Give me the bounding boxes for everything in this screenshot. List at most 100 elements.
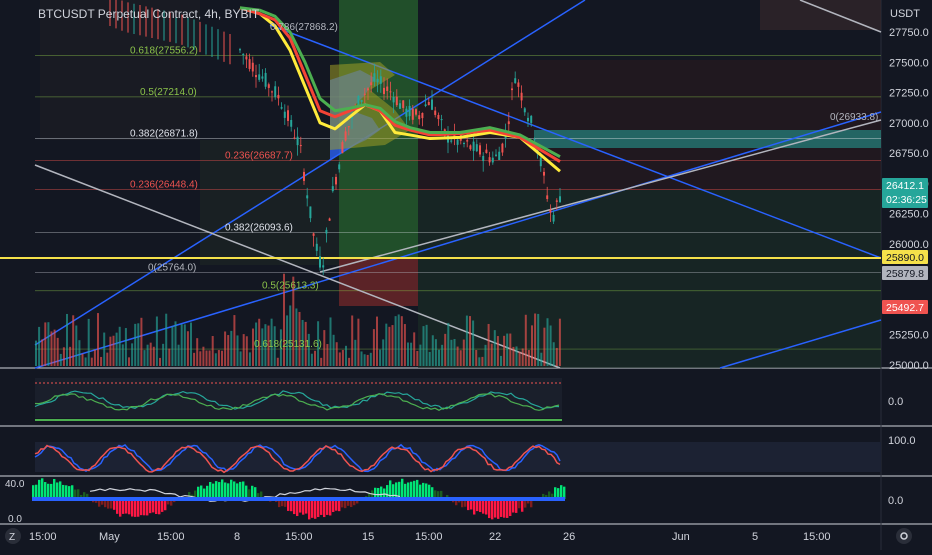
fib-label: 0.786(27868.2) — [270, 22, 338, 33]
chart-title[interactable]: BTCUSDT Perpetual Contract, 4h, BYBIT — [38, 7, 260, 21]
volume-bar — [295, 308, 297, 366]
time-label: 15 — [362, 531, 374, 543]
volume-bar — [212, 336, 214, 366]
chart-svg[interactable]: 0.618(27556.2)0.5(27214.0)0.382(26871.8)… — [0, 0, 932, 550]
red-zone — [339, 258, 418, 306]
fib-label: 0.5(27214.0) — [140, 87, 197, 98]
candle-body — [361, 100, 363, 102]
volume-bar — [503, 336, 505, 366]
volume-bar — [196, 338, 198, 366]
volume-bar — [140, 318, 142, 366]
volume-bar — [227, 335, 229, 366]
volume-bar — [491, 344, 493, 366]
volume-bar — [69, 347, 71, 366]
volume-bar — [106, 353, 108, 366]
candle-body — [521, 93, 523, 101]
candle-body — [335, 177, 337, 184]
volume-bar — [209, 350, 211, 366]
osc3-bar — [296, 499, 298, 516]
candle-body — [281, 107, 283, 108]
gear-icon[interactable] — [896, 528, 912, 544]
osc3-bar — [128, 499, 130, 514]
volume-bar — [348, 358, 350, 366]
volume-bar — [447, 323, 449, 366]
time-label: Jun — [672, 531, 690, 543]
volume-bar — [178, 345, 180, 366]
volume-bar — [237, 335, 239, 366]
volume-bar — [311, 354, 313, 366]
candle-body — [450, 140, 452, 141]
candle-body — [412, 109, 414, 120]
fib-label: 0.236(26448.4) — [130, 180, 198, 191]
candle-body — [434, 111, 436, 115]
volume-bar — [47, 322, 49, 366]
osc3-bar — [311, 499, 313, 518]
price-badge-text: 25890.0 — [886, 252, 924, 264]
candle-body — [332, 186, 334, 191]
time-label: 22 — [489, 531, 501, 543]
osc3-bar — [497, 499, 499, 519]
volume-bar — [85, 357, 87, 366]
osc3-bar — [392, 484, 394, 499]
volume-bar — [509, 334, 511, 366]
volume-bar — [88, 319, 90, 366]
volume-bar — [333, 335, 335, 366]
volume-bar — [171, 326, 173, 366]
volume-bar — [351, 315, 353, 366]
candle-body — [466, 140, 468, 141]
z-icon-label: Z — [9, 532, 15, 543]
candle-body — [492, 158, 494, 163]
osc3-bar — [491, 499, 493, 519]
osc3-bar — [221, 479, 223, 499]
candle-body — [473, 142, 475, 151]
osc3-bar — [47, 484, 49, 499]
osc3-bar — [119, 499, 121, 517]
osc3-bar — [407, 482, 409, 499]
candle-body — [277, 95, 279, 98]
osc3-bar — [428, 485, 430, 499]
time-label: 15:00 — [285, 531, 313, 543]
candle-body — [482, 156, 484, 161]
osc3-bar — [218, 482, 220, 499]
volume-bar — [407, 343, 409, 366]
candle-body — [476, 144, 478, 151]
volume-bar — [361, 351, 363, 366]
volume-bar — [395, 316, 397, 366]
candle-body — [261, 76, 263, 78]
price-badge-countdown: 02:36:25 — [886, 194, 927, 206]
volume-bar — [199, 351, 201, 366]
volume-bar — [373, 329, 375, 366]
candle-body — [553, 215, 555, 222]
osc3-bar — [302, 499, 304, 515]
volume-bar — [466, 316, 468, 366]
volume-bar — [66, 314, 68, 366]
candle-body — [338, 164, 340, 169]
volume-bar — [230, 331, 232, 366]
osc3-bar — [35, 485, 37, 499]
osc3-bar — [503, 499, 505, 518]
volume-bar — [463, 340, 465, 366]
osc3-bar — [413, 481, 415, 499]
candle-body — [393, 97, 395, 102]
osc3-bar — [71, 485, 73, 499]
z-icon[interactable]: Z — [5, 528, 21, 544]
candle-body — [290, 120, 292, 127]
osc3-bar — [134, 499, 136, 517]
volume-bar — [454, 339, 456, 366]
volume-bar — [202, 347, 204, 366]
volume-bar — [131, 343, 133, 366]
volume-bar — [246, 336, 248, 366]
volume-bar — [342, 350, 344, 366]
osc3-bar — [56, 482, 58, 499]
osc3-bar — [215, 481, 217, 499]
osc3-bar — [314, 499, 316, 519]
volume-bar — [469, 316, 471, 366]
volume-bar — [320, 358, 322, 366]
fib-label: 0.382(26871.8) — [130, 128, 198, 139]
candle-body — [255, 75, 257, 77]
volume-bar — [57, 338, 59, 366]
osc3-bar — [509, 499, 511, 516]
osc3-left-tick-bottom: 0.0 — [8, 514, 22, 525]
osc3-bar — [227, 483, 229, 499]
candle-body — [373, 73, 375, 82]
